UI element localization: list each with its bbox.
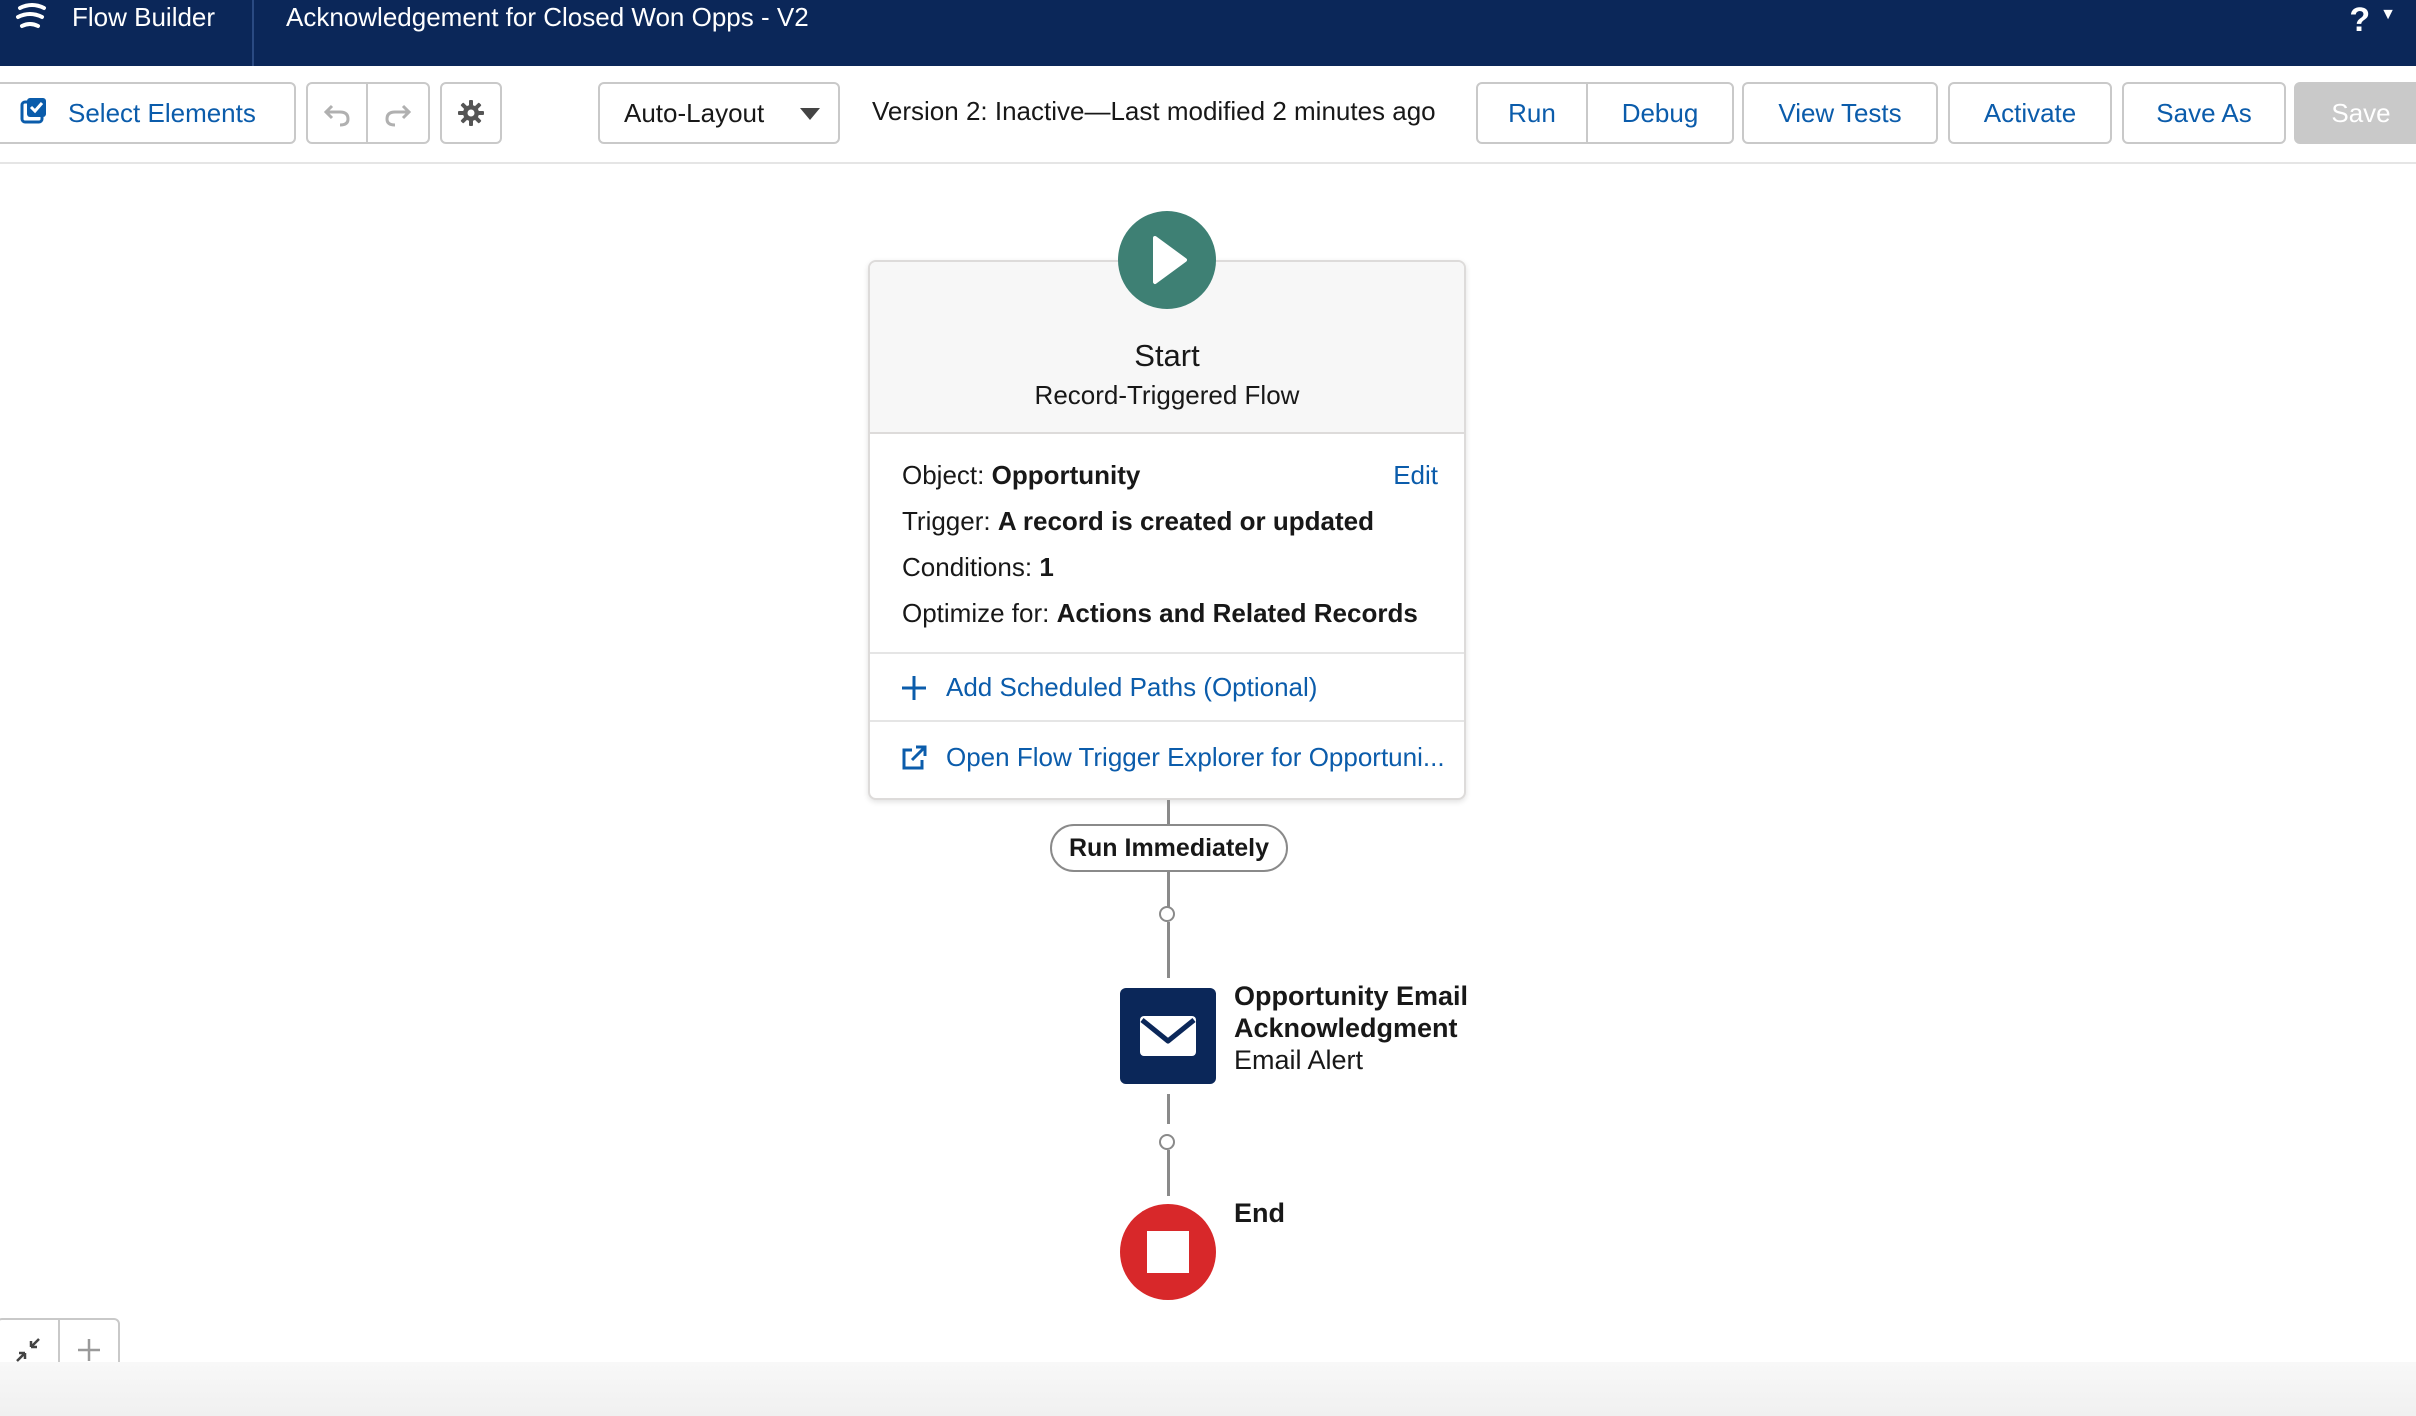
toolbar: Select Elements Auto-Layout Version 2: I… <box>0 66 2416 164</box>
plus-icon <box>902 675 926 700</box>
optimize-value: Actions and Related Records <box>1056 598 1418 628</box>
trigger-value: A record is created or updated <box>997 506 1374 536</box>
save-as-button[interactable]: Save As <box>2122 82 2286 144</box>
app-header: Flow Builder Acknowledgement for Closed … <box>0 0 2416 66</box>
redo-button[interactable] <box>366 82 430 144</box>
undo-button[interactable] <box>306 82 368 144</box>
end-label: End <box>1234 1198 1285 1228</box>
add-element-node[interactable] <box>1159 1134 1175 1150</box>
start-title: Start <box>1134 338 1200 373</box>
envelope-icon <box>1140 1016 1196 1056</box>
run-immediately-path-label[interactable]: Run Immediately <box>1050 824 1288 872</box>
select-elements-button[interactable]: Select Elements <box>0 82 296 144</box>
object-value: Opportunity <box>991 460 1141 490</box>
add-scheduled-paths-link[interactable]: Add Scheduled Paths (Optional) <box>900 672 1317 703</box>
canvas-footer <box>0 1362 2416 1416</box>
version-status: Version 2: Inactive—Last modified 2 minu… <box>872 96 1436 126</box>
checkbox-icon <box>20 96 48 131</box>
open-trigger-explorer-link[interactable]: Open Flow Trigger Explorer for Opportuni… <box>900 742 1445 773</box>
open-trigger-explorer-label: Open Flow Trigger Explorer for Opportuni… <box>946 742 1445 772</box>
caret-down-icon: ▼ <box>2380 6 2396 23</box>
connector-line <box>1167 1094 1170 1124</box>
select-elements-label: Select Elements <box>68 97 256 128</box>
activate-button[interactable]: Activate <box>1948 82 2112 144</box>
header-divider <box>252 0 254 66</box>
add-element-node[interactable] <box>1159 906 1175 922</box>
conditions-label: Conditions: <box>902 552 1033 582</box>
debug-button[interactable]: Debug <box>1586 82 1734 144</box>
layout-mode-select[interactable]: Auto-Layout <box>598 82 840 144</box>
shrink-icon <box>16 1338 40 1362</box>
flow-builder-logo-icon <box>14 2 54 36</box>
caret-down-icon <box>800 108 820 120</box>
settings-button[interactable] <box>440 82 502 144</box>
element-type: Email Alert <box>1234 1045 1364 1075</box>
start-node[interactable] <box>1118 211 1216 309</box>
connector-line <box>1167 800 1170 824</box>
card-divider <box>870 652 1464 654</box>
question-icon: ? <box>2349 1 2371 39</box>
stop-icon <box>1147 1231 1189 1273</box>
layout-mode-value: Auto-Layout <box>624 97 765 128</box>
email-alert-label: Opportunity Email Acknowledgment Email A… <box>1234 980 1494 1076</box>
start-element-card[interactable]: Start Record-Triggered Flow Object: Oppo… <box>868 260 1466 800</box>
run-button[interactable]: Run <box>1476 82 1588 144</box>
card-divider <box>870 720 1464 722</box>
plus-icon <box>78 1339 100 1361</box>
play-icon <box>1153 236 1187 284</box>
start-subtitle: Record-Triggered Flow <box>1034 380 1300 410</box>
add-scheduled-paths-label: Add Scheduled Paths (Optional) <box>946 672 1318 702</box>
optimize-label: Optimize for: <box>902 598 1050 628</box>
edit-link[interactable]: Edit <box>1393 460 1438 491</box>
undo-icon <box>323 104 350 127</box>
element-name: Opportunity Email Acknowledgment <box>1234 981 1469 1043</box>
help-menu-button[interactable]: ? ▼ <box>2349 2 2396 38</box>
optimize-row: Optimize for: Actions and Related Record… <box>902 598 1418 629</box>
connector-line <box>1167 922 1170 978</box>
redo-icon <box>385 104 412 127</box>
flow-title: Acknowledgement for Closed Won Opps - V2 <box>286 2 809 32</box>
object-label: Object: <box>902 460 985 490</box>
trigger-row: Trigger: A record is created or updated <box>902 506 1374 537</box>
view-tests-button[interactable]: View Tests <box>1742 82 1938 144</box>
trigger-label: Trigger: <box>902 506 991 536</box>
conditions-value: 1 <box>1039 552 1054 582</box>
gear-icon <box>458 100 484 126</box>
external-link-icon <box>902 745 927 769</box>
object-row: Object: Opportunity <box>902 460 1140 491</box>
connector-line <box>1167 1150 1170 1196</box>
end-node[interactable] <box>1120 1204 1216 1300</box>
app-name: Flow Builder <box>72 2 216 32</box>
save-button[interactable]: Save <box>2294 82 2416 144</box>
email-alert-element[interactable] <box>1120 988 1216 1084</box>
conditions-row: Conditions: 1 <box>902 552 1054 583</box>
